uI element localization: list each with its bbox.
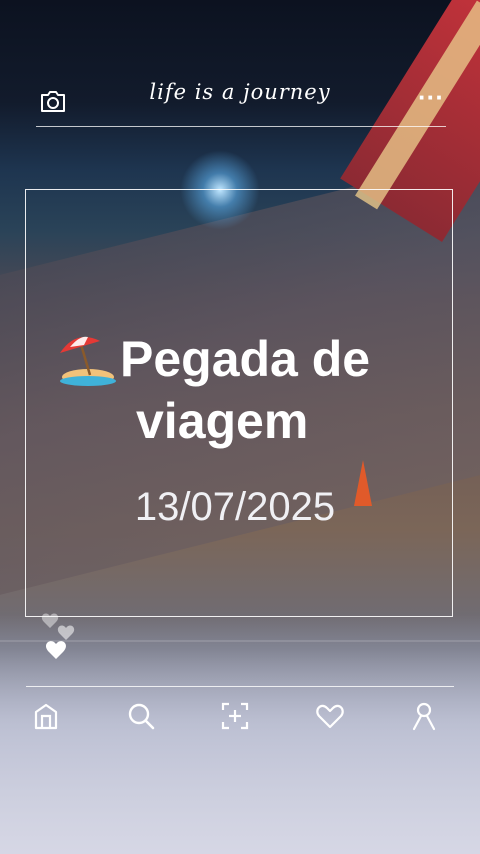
bottom-divider <box>26 686 454 687</box>
post-title: Pegada de viagem <box>56 328 456 452</box>
home-icon[interactable] <box>30 700 62 732</box>
more-dots-icon[interactable]: ··· <box>418 82 444 112</box>
scan-add-icon[interactable] <box>219 700 251 732</box>
heart-icon[interactable] <box>314 700 346 732</box>
top-divider <box>36 126 446 127</box>
beach-umbrella-icon <box>60 336 116 386</box>
tagline: life is a journey <box>149 80 331 104</box>
hearts-icon[interactable] <box>40 610 80 665</box>
search-icon[interactable] <box>125 700 157 732</box>
profile-icon[interactable] <box>408 700 440 732</box>
top-bar: life is a journey ··· <box>36 80 444 120</box>
post-date: 13/07/2025 <box>134 485 336 529</box>
title-line-2: viagem <box>136 393 309 449</box>
bottom-nav <box>30 696 440 736</box>
title-line-1: Pegada de <box>120 331 371 387</box>
